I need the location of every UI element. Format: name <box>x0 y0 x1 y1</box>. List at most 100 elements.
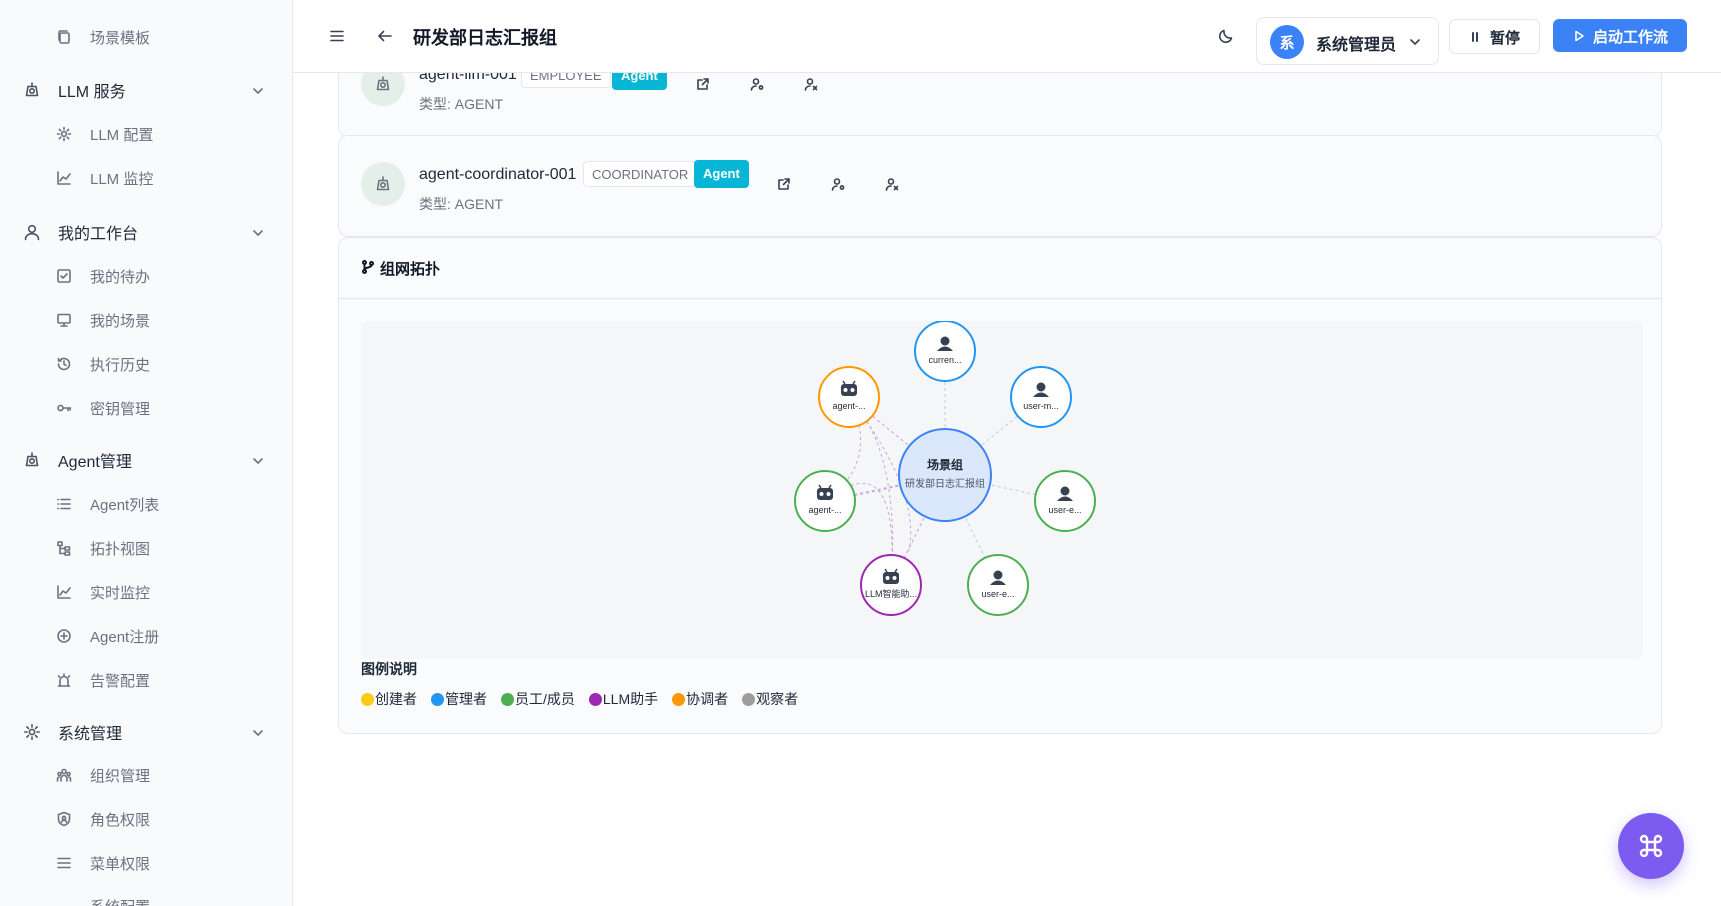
sidebar-item-llm-config[interactable]: LLM 配置 <box>0 114 292 154</box>
sidebar-item-my-scenes[interactable]: 我的场景 <box>0 300 292 340</box>
sidebar-group-system-management[interactable]: 系统管理 <box>0 712 292 752</box>
topology-node-label: user-m... <box>1023 401 1059 411</box>
sidebar-group-label: Agent管理 <box>58 454 132 471</box>
moon-icon[interactable] <box>1217 27 1235 45</box>
legend-item: 员工/成员 <box>501 689 575 709</box>
topology-center-node[interactable]: 场景组研发部日志汇报组 <box>898 428 992 522</box>
remove-user-icon[interactable] <box>885 177 899 191</box>
sidebar-item-label: 我的场景 <box>90 312 151 330</box>
sidebar-item-my-todo[interactable]: 我的待办 <box>0 256 292 296</box>
monitor-icon <box>56 312 72 328</box>
legend-item: 创建者 <box>361 689 417 709</box>
robot-icon <box>23 451 41 469</box>
team-icon <box>56 767 72 783</box>
sidebar-group-system-config[interactable]: 系统配置 <box>0 888 292 906</box>
sidebar-group-workbench[interactable]: 我的工作台 <box>0 212 292 252</box>
sidebar-item-role-permissions[interactable]: 角色权限 <box>0 799 292 839</box>
user-settings-icon[interactable] <box>831 177 845 191</box>
sidebar-item-alarm-config[interactable]: 告警配置 <box>0 660 292 700</box>
topology-node[interactable]: agent-... <box>794 470 856 532</box>
user-icon <box>23 223 41 241</box>
topology-node[interactable]: user-m... <box>1010 366 1072 428</box>
legend-label: 观察者 <box>756 691 799 707</box>
legend-label: 管理者 <box>445 691 487 707</box>
sidebar-item-agent-list[interactable]: Agent列表 <box>0 484 292 524</box>
legend-dot <box>361 692 374 706</box>
sidebar-item-scene-template[interactable]: 场景模板 <box>0 17 292 57</box>
legend-item: 管理者 <box>431 689 487 709</box>
sidebar-group-agent-management[interactable]: Agent管理 <box>0 440 292 480</box>
topology-node[interactable]: curren... <box>914 320 976 382</box>
center-node-title: 场景组 <box>927 457 963 472</box>
plus-circle-icon <box>56 628 72 644</box>
chevron-down-icon <box>252 902 264 906</box>
sidebar-item-realtime-monitor[interactable]: 实时监控 <box>0 572 292 612</box>
legend-item: 观察者 <box>742 689 798 709</box>
sidebar-group-label: LLM 服务 <box>58 84 126 101</box>
legend-title: 图例说明 <box>361 661 417 677</box>
user-settings-icon[interactable] <box>750 77 764 91</box>
alarm-icon <box>56 672 72 688</box>
sidebar-item-agent-register[interactable]: Agent注册 <box>0 616 292 656</box>
open-external-icon[interactable] <box>696 77 710 91</box>
sidebar-item-keys[interactable]: 密钥管理 <box>0 388 292 428</box>
hierarchy-icon <box>56 540 72 556</box>
branch-icon <box>361 260 375 274</box>
agent-name: agent-coordinator-001 <box>419 166 577 183</box>
sidebar-item-label: 角色权限 <box>90 811 151 829</box>
sidebar-item-topology[interactable]: 拓扑视图 <box>0 528 292 568</box>
avatar: 系 <box>1270 25 1304 59</box>
topology-node-label: user-e... <box>981 589 1014 599</box>
sidebar-item-label: 菜单权限 <box>90 855 151 873</box>
user-menu[interactable]: 系 系统管理员 <box>1256 17 1439 65</box>
checkbox-icon <box>56 268 72 284</box>
sidebar-item-org-management[interactable]: 组织管理 <box>0 755 292 795</box>
line-chart-icon <box>56 584 72 600</box>
topology-node[interactable]: user-e... <box>1034 470 1096 532</box>
command-icon <box>1637 832 1665 860</box>
remove-user-icon[interactable] <box>804 77 818 91</box>
sidebar-group-llm[interactable]: LLM 服务 <box>0 70 292 110</box>
legend-dot <box>501 692 514 706</box>
sidebar-item-history[interactable]: 执行历史 <box>0 344 292 384</box>
sidebar-item-label: 执行历史 <box>90 356 151 374</box>
pause-button[interactable]: 暂停 <box>1449 19 1540 54</box>
list-icon <box>56 496 72 512</box>
sidebar-item-llm-monitor[interactable]: LLM 监控 <box>0 158 292 198</box>
main-content: agent-llm-001 EMPLOYEE Agent 类型: AGENT a… <box>293 0 1721 906</box>
chevron-down-icon <box>252 226 264 238</box>
topology-node[interactable]: user-e... <box>967 554 1029 616</box>
back-arrow-icon[interactable] <box>376 27 394 45</box>
topology-node-label: user-e... <box>1048 505 1081 515</box>
start-workflow-label: 启动工作流 <box>1593 29 1669 46</box>
copy-icon <box>56 29 72 45</box>
agent-badge: Agent <box>694 160 749 188</box>
topology-node-label: curren... <box>928 355 961 365</box>
topology-node-label: agent-... <box>808 505 841 515</box>
legend-item: 协调者 <box>672 689 728 709</box>
legend-item: LLM助手 <box>588 689 658 709</box>
topology-node[interactable]: LLM智能助... <box>860 554 922 616</box>
sidebar-item-label: 拓扑视图 <box>90 540 151 558</box>
start-workflow-button[interactable]: 启动工作流 <box>1553 19 1687 52</box>
legend-label: 创建者 <box>375 691 417 707</box>
line-chart-icon <box>56 170 72 186</box>
chevron-down-icon <box>252 726 264 738</box>
sidebar: 场景模板 LLM 服务 LLM 配置 LLM 监控 我的工作台 我的待办 我的场… <box>0 0 293 906</box>
open-external-icon[interactable] <box>777 177 791 191</box>
sidebar-item-label: LLM 配置 <box>90 126 154 144</box>
sidebar-item-label: 告警配置 <box>90 672 151 690</box>
sidebar-item-label: LLM 监控 <box>90 170 154 188</box>
chevron-down-icon <box>1409 35 1421 47</box>
sidebar-item-menu-permissions[interactable]: 菜单权限 <box>0 843 292 883</box>
top-header: 研发部日志汇报组 系 系统管理员 暂停 启动工作流 <box>293 0 1721 73</box>
legend-dot <box>672 692 686 706</box>
pause-label: 暂停 <box>1490 30 1521 47</box>
sidebar-group-label: 系统配置 <box>90 896 150 906</box>
menu-toggle-icon[interactable] <box>328 27 346 45</box>
quick-actions-button[interactable] <box>1618 813 1684 879</box>
agent-type: 类型: AGENT <box>419 196 504 212</box>
legend-dot <box>742 692 756 706</box>
topology-node[interactable]: agent-... <box>818 366 880 428</box>
topology-canvas: 场景组 研发部日志汇报组 curren... user-m... agent-... ag… <box>361 320 1643 659</box>
